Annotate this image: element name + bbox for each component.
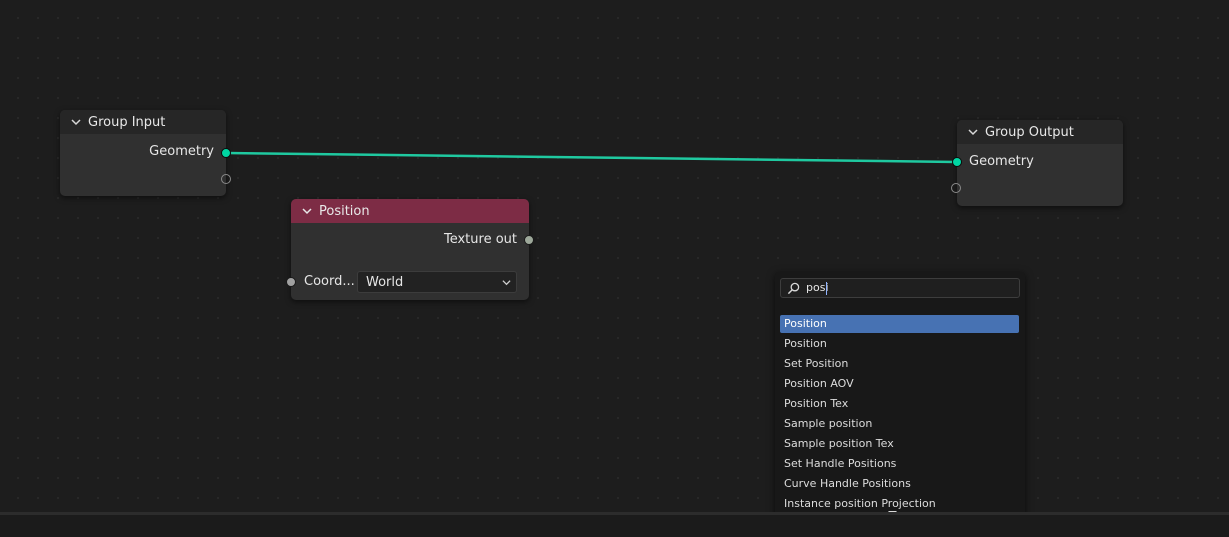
search-result-item[interactable]: Instance position Projection bbox=[780, 495, 1019, 513]
group-output-geometry-label: Geometry bbox=[969, 154, 1034, 169]
search-input[interactable]: posi bbox=[780, 278, 1020, 298]
texture-out-label: Texture out bbox=[443, 232, 517, 247]
coord-space-value: World bbox=[366, 274, 404, 290]
node-search-popup[interactable]: posi Position Position Set Position Posi… bbox=[775, 272, 1025, 522]
search-result-item[interactable]: Position Tex bbox=[780, 395, 1019, 413]
group-input-geometry-label: Geometry bbox=[149, 144, 214, 159]
group-input-header[interactable]: Group Input bbox=[60, 110, 226, 134]
chevron-down-icon[interactable] bbox=[70, 116, 82, 128]
coord-socket[interactable] bbox=[286, 277, 296, 287]
search-result-item[interactable]: Curve Handle Positions bbox=[780, 475, 1019, 493]
group-input-title: Group Input bbox=[88, 114, 166, 130]
search-result-item[interactable]: Set Position bbox=[780, 355, 1019, 373]
group-output-node[interactable]: Group Output Geometry bbox=[957, 120, 1123, 206]
search-result-item[interactable]: Position bbox=[780, 335, 1019, 353]
group-input-empty-socket[interactable] bbox=[221, 174, 231, 184]
chevron-down-icon[interactable] bbox=[967, 126, 979, 138]
group-output-title: Group Output bbox=[985, 124, 1074, 140]
chevron-down-icon[interactable] bbox=[301, 205, 313, 217]
search-result-item[interactable]: Set Handle Positions bbox=[780, 455, 1019, 473]
group-output-header[interactable]: Group Output bbox=[957, 120, 1123, 144]
group-output-geometry-socket[interactable] bbox=[952, 157, 962, 167]
text-caret bbox=[826, 282, 827, 295]
group-input-geometry-socket[interactable] bbox=[221, 148, 231, 158]
node-link[interactable] bbox=[0, 0, 1229, 534]
group-input-node[interactable]: Group Input Geometry bbox=[60, 110, 226, 196]
texture-out-socket[interactable] bbox=[524, 235, 534, 245]
search-result-item[interactable]: Position bbox=[780, 315, 1019, 333]
search-result-item[interactable]: Position AOV bbox=[780, 375, 1019, 393]
editor-bottom-border bbox=[0, 512, 1229, 537]
dropdown-arrow-icon bbox=[502, 280, 511, 286]
position-header[interactable]: Position bbox=[291, 199, 529, 223]
group-output-empty-socket[interactable] bbox=[951, 183, 961, 193]
position-title: Position bbox=[319, 203, 370, 219]
search-result-item[interactable]: Sample position bbox=[780, 415, 1019, 433]
coord-label: Coord... bbox=[304, 274, 355, 289]
search-icon bbox=[787, 282, 800, 295]
position-node[interactable]: Position Texture out Coord... World bbox=[291, 199, 529, 300]
search-result-item[interactable]: Sample position Tex bbox=[780, 435, 1019, 453]
coord-space-dropdown[interactable]: World bbox=[357, 271, 517, 293]
